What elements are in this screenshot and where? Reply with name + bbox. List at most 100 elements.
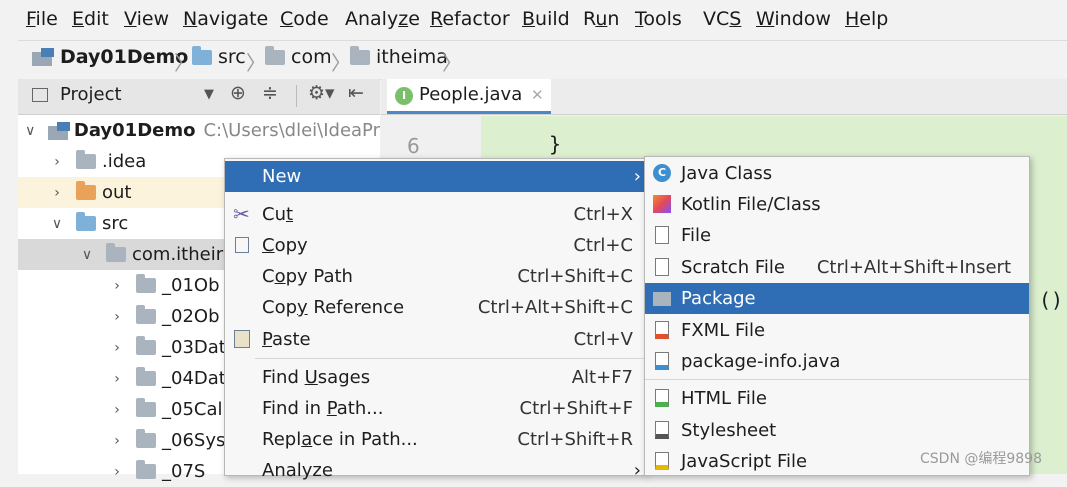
submenu-item-package[interactable]: Package: [645, 283, 1029, 314]
label-part: Cu: [262, 204, 286, 225]
chevron-right-icon[interactable]: ›: [110, 278, 124, 294]
breadcrumb-itheima[interactable]: itheima: [350, 45, 448, 68]
menu-item-find-usages[interactable]: Find Usages Alt+F7: [225, 362, 645, 393]
menu-file[interactable]: File: [26, 8, 58, 30]
module-icon: [48, 121, 71, 140]
chevron-right-icon[interactable]: ›: [110, 371, 124, 387]
line-number: 6: [407, 134, 420, 158]
menu-refactor[interactable]: Refactor: [430, 8, 510, 30]
menu-tools[interactable]: Tools: [635, 8, 682, 30]
menu-bar: File Edit View Navigate Code Analyze Ref…: [0, 0, 1067, 40]
breadcrumb: Day01Demo 〉 src 〉 com 〉 itheima 〉: [18, 40, 1067, 80]
folder-icon: [350, 45, 370, 65]
tree-item-label: _02Ob: [162, 306, 220, 327]
menu-label: dit: [84, 8, 109, 30]
tree-item-label: _03Dat: [162, 337, 226, 358]
dropdown-icon[interactable]: ▼: [204, 87, 214, 102]
submenu-item-fxml-file[interactable]: FXML File: [645, 315, 1029, 346]
breadcrumb-src[interactable]: src: [192, 45, 246, 68]
file-icon: [655, 226, 669, 244]
chevron-right-icon: 〉: [331, 51, 351, 75]
menu-code[interactable]: Code: [280, 8, 329, 30]
chevron-right-icon[interactable]: ›: [110, 402, 124, 418]
menu-help[interactable]: Help: [845, 8, 888, 30]
menu-item-copy-path[interactable]: Copy Path Ctrl+Shift+C: [225, 261, 645, 292]
submenu-item-html-file[interactable]: HTML File: [645, 383, 1029, 414]
tree-item-label: _01Ob: [162, 275, 220, 296]
gear-icon[interactable]: ⚙▾: [308, 82, 335, 104]
menu-label: ile: [35, 8, 58, 30]
menu-view[interactable]: View: [124, 8, 169, 30]
copy-icon: [235, 237, 249, 253]
toolbar-divider: [296, 85, 297, 107]
menu-analyze[interactable]: Analyze: [345, 8, 420, 30]
css-file-icon: [655, 421, 669, 439]
menu-item-label: Paste: [262, 329, 311, 350]
folder-icon: [76, 212, 96, 231]
menu-label: iew: [136, 8, 170, 30]
chevron-right-icon: 〉: [174, 51, 194, 75]
menu-item-find-in-path[interactable]: Find in Path... Ctrl+Shift+F: [225, 393, 645, 424]
menu-item-label: Analyze: [262, 460, 333, 481]
chevron-right-icon: 〉: [442, 51, 462, 75]
tab-people-java[interactable]: I People.java ✕: [387, 79, 551, 114]
menu-item-label: Stylesheet: [681, 420, 777, 441]
chevron-down-icon[interactable]: ∨: [24, 123, 36, 139]
chevron-right-icon: 〉: [246, 51, 266, 75]
menu-item-cut[interactable]: ✂ Cut Ctrl+X: [225, 199, 645, 230]
submenu-item-java-class[interactable]: C Java Class: [645, 158, 1029, 189]
menu-edit[interactable]: Edit: [72, 8, 109, 30]
tree-item-label: .idea: [102, 151, 147, 172]
mnemonic: t: [285, 204, 294, 225]
chevron-right-icon[interactable]: ›: [110, 340, 124, 356]
chevron-down-icon[interactable]: ∨: [50, 216, 64, 232]
menu-label: ools: [643, 8, 682, 30]
label-part: opy: [274, 235, 308, 256]
submenu-item-file[interactable]: File: [645, 220, 1029, 251]
menu-item-new[interactable]: New ›: [225, 161, 645, 192]
menu-item-replace-in-path[interactable]: Replace in Path... Ctrl+Shift+R: [225, 424, 645, 455]
label-part: py Path: [285, 266, 353, 287]
target-icon[interactable]: ⊕: [230, 82, 246, 104]
code-line: }: [549, 132, 562, 156]
collapse-icon[interactable]: ≑: [262, 82, 278, 104]
label-part: Cop: [262, 297, 298, 318]
menu-item-label: Scratch File: [681, 257, 785, 278]
mnemonic: P: [262, 329, 273, 350]
package-icon: [136, 336, 156, 355]
menu-item-copy[interactable]: Copy Ctrl+C: [225, 230, 645, 261]
chevron-down-icon[interactable]: ∨: [80, 247, 94, 263]
package-icon: [136, 429, 156, 448]
chevron-right-icon[interactable]: ›: [110, 433, 124, 449]
menu-mnemonic: C: [280, 8, 294, 30]
menu-item-paste[interactable]: Paste Ctrl+V: [225, 324, 645, 355]
project-view-selector[interactable]: Project: [60, 84, 122, 105]
submenu-item-kotlin-file[interactable]: Kotlin File/Class: [645, 189, 1029, 220]
menu-navigate[interactable]: Navigate: [183, 8, 268, 30]
submenu-item-scratch-file[interactable]: Scratch File Ctrl+Alt+Shift+Insert: [645, 252, 1029, 283]
chevron-right-icon[interactable]: ›: [50, 185, 64, 201]
menu-window[interactable]: Window: [756, 8, 831, 30]
menu-item-label: Kotlin File/Class: [681, 194, 821, 215]
chevron-right-icon[interactable]: ›: [110, 309, 124, 325]
menu-label: n: [607, 8, 620, 30]
menu-mnemonic: B: [522, 8, 536, 30]
menu-label: elp: [859, 8, 889, 30]
menu-item-copy-reference[interactable]: Copy Reference Ctrl+Alt+Shift+C: [225, 292, 645, 323]
menu-run[interactable]: Run: [583, 8, 619, 30]
submenu-item-package-info[interactable]: package-info.java: [645, 346, 1029, 377]
breadcrumb-project[interactable]: Day01Demo: [32, 46, 188, 68]
chevron-right-icon[interactable]: ›: [50, 154, 64, 170]
submenu-item-stylesheet[interactable]: Stylesheet: [645, 415, 1029, 446]
menu-item-analyze[interactable]: Analyze ›: [225, 455, 645, 486]
tree-item-root[interactable]: ∨ Day01Demo C:\Users\dlei\IdeaPr: [18, 115, 380, 146]
code-fragment: (): [1039, 288, 1064, 312]
chevron-right-icon[interactable]: ›: [110, 464, 124, 480]
menu-mnemonic: W: [756, 8, 775, 30]
close-icon[interactable]: ✕: [531, 86, 544, 104]
breadcrumb-com[interactable]: com: [265, 45, 332, 68]
menu-build[interactable]: Build: [522, 8, 570, 30]
hide-icon[interactable]: ⇤: [348, 82, 364, 104]
package-icon: [136, 274, 156, 293]
menu-vcs[interactable]: VCS: [703, 8, 741, 30]
